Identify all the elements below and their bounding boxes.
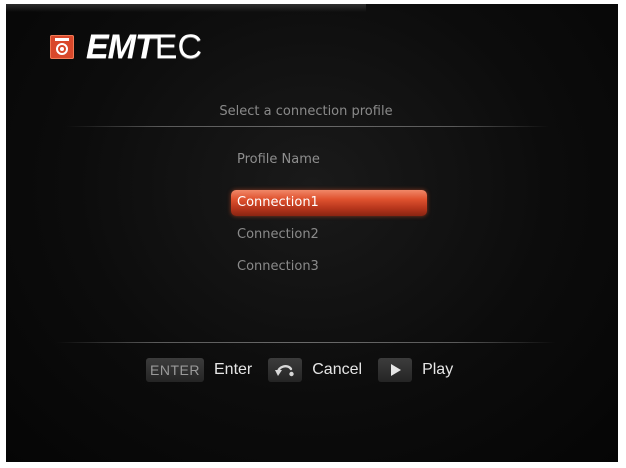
profile-item-connection1[interactable]: Connection1 [228, 190, 428, 222]
emtec-logo-text: EMTEC [86, 28, 203, 66]
cancel-label: Cancel [312, 361, 363, 378]
profile-list: Connection1 Connection2 Connection3 [228, 190, 428, 286]
enter-label: Enter [214, 361, 253, 378]
tv-screen: EMTEC Select a connection profile Profil… [6, 4, 618, 462]
help-bar: ENTER Enter Cancel Play [146, 356, 469, 384]
return-arrow-icon [268, 358, 303, 382]
profile-name-header: Profile Name [237, 152, 320, 167]
profile-item-label: Connection1 [237, 195, 319, 210]
emtec-logo-icon [50, 35, 74, 59]
play-label: Play [422, 361, 454, 378]
page-title: Select a connection profile [219, 104, 393, 119]
enter-key-badge: ENTER [146, 358, 204, 382]
help-divider [56, 342, 556, 343]
profile-item-label: Connection3 [237, 259, 319, 274]
play-icon [378, 358, 413, 382]
top-glow [6, 4, 366, 12]
profile-item-connection3[interactable]: Connection3 [228, 254, 428, 286]
profile-item-connection2[interactable]: Connection2 [228, 222, 428, 254]
profile-item-label: Connection2 [237, 227, 319, 242]
title-divider [66, 126, 550, 127]
emtec-logo: EMTEC [50, 30, 202, 64]
